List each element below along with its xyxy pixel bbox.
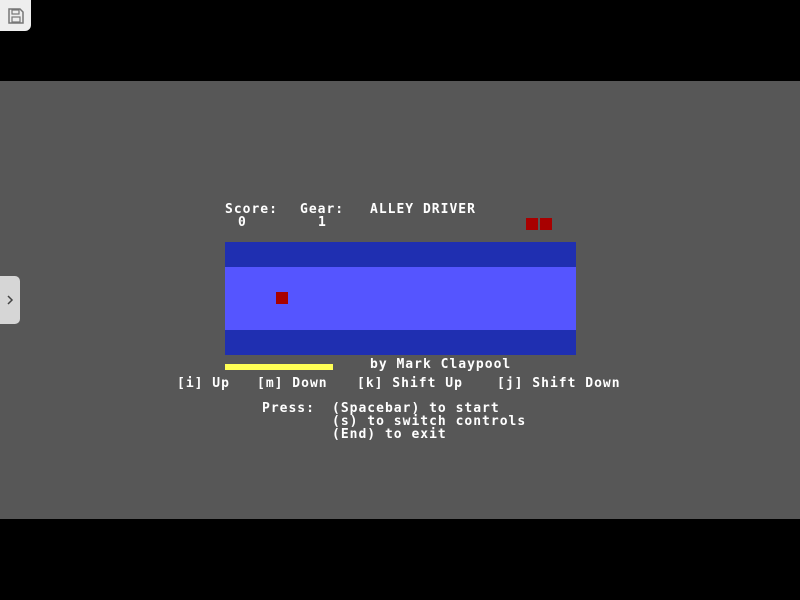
game-title: ALLEY DRIVER: [370, 202, 476, 217]
player-car: [276, 292, 288, 304]
gear-value: 1: [318, 215, 327, 230]
control-up: [i] Up: [177, 376, 230, 391]
floppy-disk-icon: [7, 7, 24, 24]
control-shift-down: [j] Shift Down: [497, 376, 621, 391]
press-label: Press:: [262, 401, 315, 416]
progress-bar: [225, 364, 333, 370]
life-icon: [540, 218, 552, 230]
credit-text: by Mark Claypool: [370, 357, 512, 372]
control-down: [m] Down: [257, 376, 328, 391]
life-icon: [526, 218, 538, 230]
chevron-right-icon: [7, 295, 14, 305]
instruction-exit: (End) to exit: [332, 427, 447, 442]
score-value: 0: [238, 215, 247, 230]
expand-panel-button[interactable]: [0, 276, 20, 324]
save-button[interactable]: [0, 0, 31, 31]
control-shift-up: [k] Shift Up: [357, 376, 463, 391]
score-label: Score:: [225, 202, 278, 217]
